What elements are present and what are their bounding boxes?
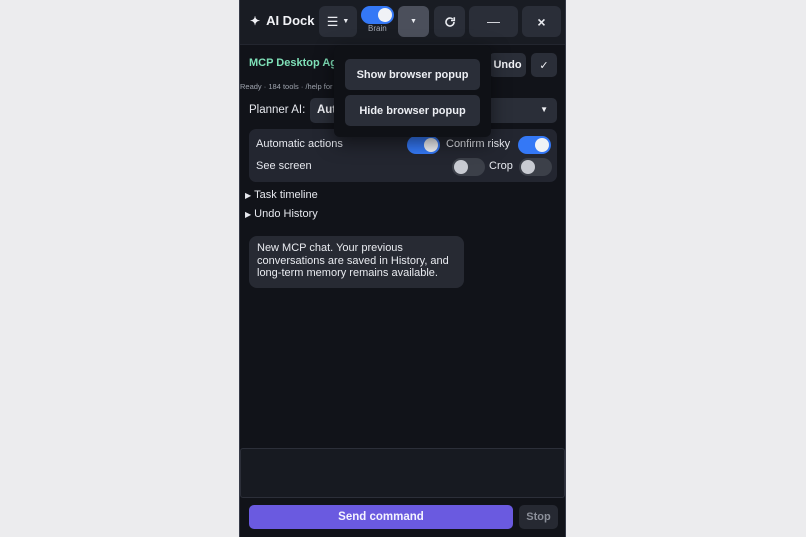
confirm-risky-label: Confirm risky bbox=[446, 138, 511, 150]
minimize-button[interactable]: — bbox=[469, 6, 518, 37]
brain-toggle[interactable] bbox=[361, 6, 394, 24]
agent-title: MCP Desktop Ag bbox=[249, 57, 338, 69]
planner-label: Planner AI: bbox=[249, 104, 306, 116]
chevron-down-icon: ▼ bbox=[342, 18, 350, 25]
minimize-icon: — bbox=[487, 14, 500, 29]
confirm-risky-toggle[interactable] bbox=[518, 136, 551, 154]
close-button[interactable]: × bbox=[522, 6, 561, 37]
undo-history-toggle[interactable]: ▶ Undo History bbox=[245, 208, 318, 220]
see-screen-label: See screen bbox=[256, 160, 312, 172]
show-browser-popup-button[interactable]: Show browser popup bbox=[345, 59, 480, 90]
hamburger-menu-icon: ☰ bbox=[326, 13, 339, 29]
crop-label: Crop bbox=[489, 160, 513, 172]
undo-button[interactable]: Undo bbox=[489, 53, 526, 77]
see-screen-toggle[interactable] bbox=[452, 158, 485, 176]
confirm-button[interactable]: ✓ bbox=[531, 53, 557, 77]
chat-message: New MCP chat. Your previous conversation… bbox=[249, 236, 464, 288]
undo-history-label: Undo History bbox=[254, 208, 318, 220]
refresh-icon bbox=[444, 16, 455, 27]
check-icon: ✓ bbox=[539, 59, 549, 72]
app-title-text: AI Dock bbox=[266, 13, 315, 28]
caret-right-icon: ▶ bbox=[245, 210, 252, 219]
app-title: ✦ AI Dock bbox=[250, 13, 314, 28]
caret-right-icon: ▶ bbox=[245, 191, 252, 200]
chevron-down-icon: ▼ bbox=[410, 18, 417, 25]
automatic-actions-label: Automatic actions bbox=[256, 138, 343, 150]
status-line: Ready · 184 tools · /help for bbox=[240, 82, 333, 91]
header-bar: ✦ AI Dock ☰ ▼ Brain ▼ — × bbox=[240, 0, 565, 45]
command-input[interactable] bbox=[240, 448, 565, 498]
brain-label: Brain bbox=[368, 24, 387, 33]
automatic-actions-toggle[interactable] bbox=[407, 136, 440, 154]
sparkle-icon: ✦ bbox=[250, 14, 261, 28]
refresh-button[interactable] bbox=[434, 6, 465, 37]
chevron-down-icon: ▼ bbox=[540, 105, 548, 114]
menu-button[interactable]: ☰ ▼ bbox=[319, 6, 357, 37]
task-timeline-label: Task timeline bbox=[254, 189, 318, 201]
dropdown-button[interactable]: ▼ bbox=[398, 6, 429, 37]
close-icon: × bbox=[537, 13, 546, 30]
send-command-button[interactable]: Send command bbox=[249, 505, 513, 529]
task-timeline-toggle[interactable]: ▶ Task timeline bbox=[245, 189, 318, 201]
browser-popup-menu: Show browser popup Hide browser popup bbox=[334, 45, 491, 137]
crop-toggle[interactable] bbox=[519, 158, 552, 176]
hide-browser-popup-button[interactable]: Hide browser popup bbox=[345, 95, 480, 126]
stop-button[interactable]: Stop bbox=[519, 505, 558, 529]
